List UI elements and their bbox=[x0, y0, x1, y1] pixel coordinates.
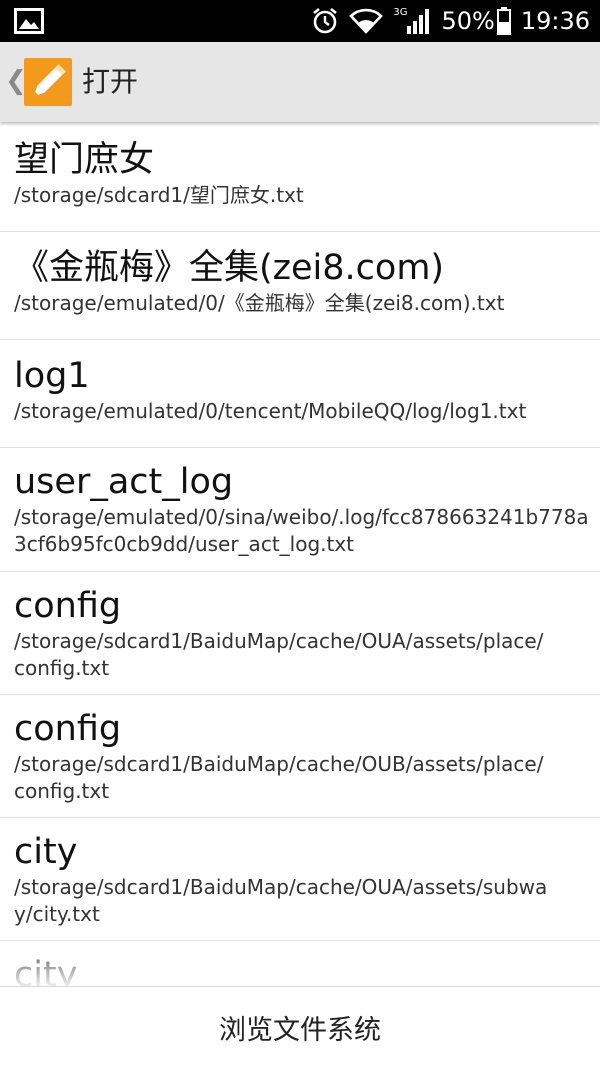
browse-filesystem-button[interactable]: 浏览文件系统 bbox=[0, 986, 600, 1068]
recent-files-list: 望门庶女 /storage/sdcard1/望门庶女.txt 《金瓶梅》全集(z… bbox=[0, 124, 600, 986]
file-path: /storage/emulated/0/sina/weibo/.log/fcc8… bbox=[14, 505, 589, 556]
image-notification-icon bbox=[14, 8, 44, 34]
pencil-app-icon[interactable] bbox=[24, 58, 72, 106]
battery-level: 50% bbox=[441, 7, 495, 35]
action-bar: ❮ 打开 bbox=[0, 42, 600, 122]
file-list-item[interactable]: city /storage/sdcard1/BaiduMap/cache/OUA… bbox=[0, 818, 600, 941]
wifi-icon bbox=[349, 8, 384, 34]
file-path: /storage/sdcard1/BaiduMap/cache/OUB/asse… bbox=[14, 752, 544, 803]
alarm-clock-icon bbox=[311, 7, 339, 35]
file-name: city bbox=[14, 832, 78, 872]
file-name: 《金瓶梅》全集(zei8.com) bbox=[14, 248, 445, 288]
file-path: /storage/sdcard1/BaiduMap/cache/OUA/asse… bbox=[14, 875, 548, 926]
page-title: 打开 bbox=[82, 65, 139, 98]
file-list-item[interactable]: config /storage/sdcard1/BaiduMap/cache/O… bbox=[0, 572, 600, 695]
cell-signal-icon bbox=[407, 8, 431, 34]
file-name: config bbox=[14, 709, 122, 749]
battery-icon bbox=[496, 7, 511, 35]
file-list-item[interactable]: 望门庶女 /storage/sdcard1/望门庶女.txt bbox=[0, 124, 600, 232]
browse-filesystem-label: 浏览文件系统 bbox=[219, 1015, 381, 1046]
file-name: user_act_log bbox=[14, 462, 234, 502]
clock: 19:36 bbox=[520, 7, 590, 35]
file-path: /storage/sdcard1/望门庶女.txt bbox=[14, 183, 304, 207]
file-name: log1 bbox=[14, 356, 90, 396]
file-name: 望门庶女 bbox=[14, 140, 155, 180]
status-bar: 3G 50% 19:36 bbox=[0, 0, 600, 42]
file-list-item[interactable]: log1 /storage/emulated/0/tencent/MobileQ… bbox=[0, 340, 600, 448]
file-path: /storage/sdcard1/BaiduMap/cache/OUA/asse… bbox=[14, 629, 544, 680]
network-type: 3G bbox=[393, 6, 408, 18]
file-list-item[interactable]: 《金瓶梅》全集(zei8.com) /storage/emulated/0/《金… bbox=[0, 232, 600, 340]
file-path: /storage/emulated/0/《金瓶梅》全集(zei8.com).tx… bbox=[14, 291, 505, 315]
file-list-item[interactable]: config /storage/sdcard1/BaiduMap/cache/O… bbox=[0, 695, 600, 818]
file-list-item[interactable]: user_act_log /storage/emulated/0/sina/we… bbox=[0, 448, 600, 572]
file-path: /storage/emulated/0/tencent/MobileQQ/log… bbox=[14, 399, 527, 423]
file-name: config bbox=[14, 586, 122, 626]
list-scroll-fade bbox=[0, 930, 600, 986]
